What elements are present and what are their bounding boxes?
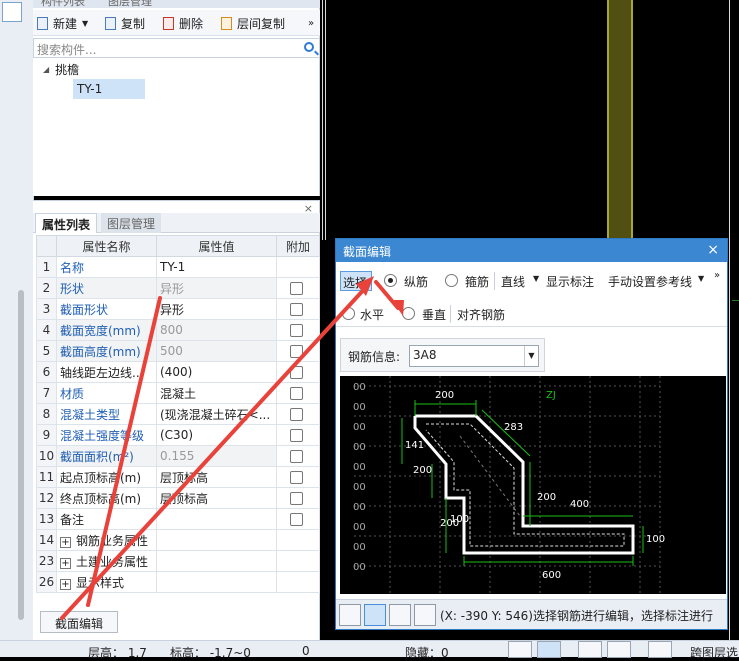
elevation: 标高： -1.7~0 bbox=[170, 646, 251, 660]
ortho-icon[interactable] bbox=[508, 641, 532, 658]
arrow-line bbox=[60, 283, 370, 620]
zero-value: 0 bbox=[302, 644, 310, 658]
snap-icon[interactable] bbox=[537, 641, 561, 658]
arrowhead bbox=[392, 300, 404, 316]
cross-floor-select[interactable]: 跨图层选 bbox=[690, 644, 738, 661]
cross-icon[interactable] bbox=[578, 641, 602, 658]
arrow-line bbox=[86, 296, 162, 607]
bottom-status-bar: 层高： 1.7 标高： -1.7~0 0 隐藏：0 跨图层选 bbox=[0, 640, 739, 660]
arrow-line bbox=[374, 280, 400, 310]
add-icon[interactable] bbox=[648, 641, 672, 658]
line-tool-icon[interactable] bbox=[607, 641, 631, 658]
hidden-count: 隐藏：0 bbox=[405, 646, 449, 660]
floor-height: 层高： 1.7 bbox=[88, 646, 147, 660]
annotation-arrows bbox=[60, 276, 404, 620]
